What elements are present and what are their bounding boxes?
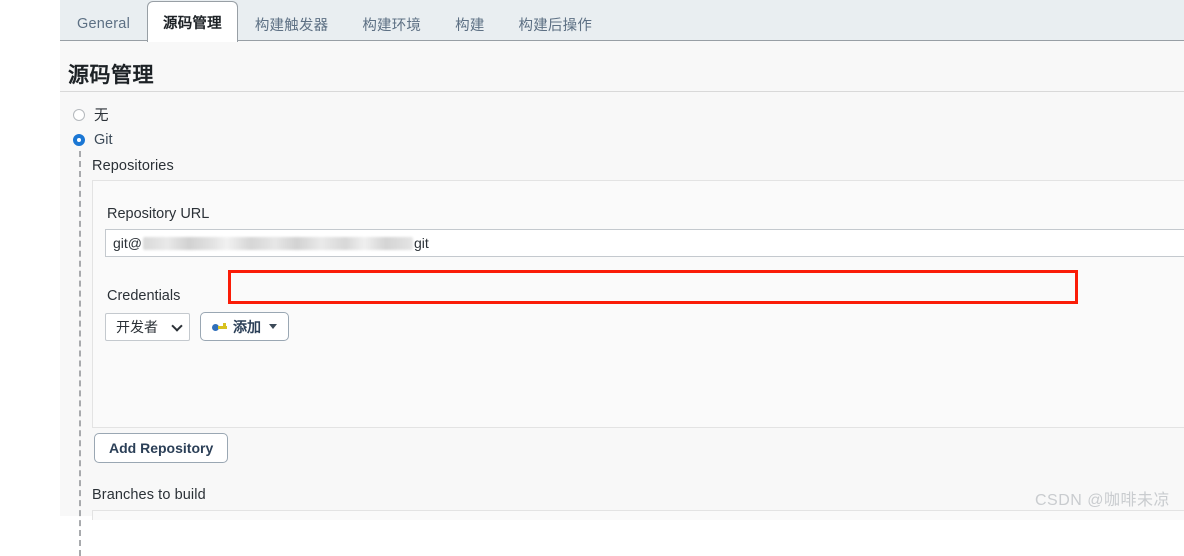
radio-button-selected[interactable]	[73, 134, 85, 146]
tab-label: 构建后操作	[518, 17, 593, 34]
tab-label: 源码管理	[163, 15, 222, 32]
key-icon	[212, 322, 227, 332]
scm-content-panel: 源码管理 无 Git Repositories Repository URL g…	[60, 41, 1184, 556]
branches-panel	[92, 510, 1184, 520]
add-repository-label: Add Repository	[109, 440, 214, 456]
repository-url-suffix: git	[414, 235, 429, 251]
add-credentials-button[interactable]: 添加	[200, 312, 289, 341]
tab-source-code-management[interactable]: 源码管理	[147, 1, 238, 42]
page-title: 源码管理	[68, 64, 154, 87]
branches-to-build-label: Branches to build	[92, 487, 206, 503]
tab-build[interactable]: 构建	[438, 7, 501, 41]
tab-bar: General 源码管理 构建触发器 构建环境 构建 构建后操作	[60, 0, 1184, 42]
radio-button[interactable]	[73, 108, 85, 121]
repository-url-label: Repository URL	[107, 206, 210, 222]
tab-build-triggers[interactable]: 构建触发器	[238, 7, 346, 41]
repositories-group-label: Repositories	[92, 158, 174, 174]
repository-url-prefix: git@	[113, 235, 142, 251]
radio-label: 无	[94, 108, 109, 124]
tab-general[interactable]: General	[60, 7, 147, 41]
title-divider	[60, 91, 1184, 92]
credentials-select-value: 开发者	[116, 318, 158, 335]
repository-panel	[92, 180, 1184, 428]
add-credentials-label: 添加	[233, 318, 261, 335]
credentials-controls: 开发者 添加	[105, 312, 289, 341]
radio-option-git[interactable]: Git	[73, 132, 113, 148]
left-margin	[0, 0, 60, 516]
tab-label: 构建触发器	[254, 17, 329, 34]
page-root: General 源码管理 构建触发器 构建环境 构建 构建后操作 源码管理 无 …	[0, 0, 1184, 556]
add-repository-button[interactable]: Add Repository	[94, 433, 229, 463]
tab-list: General 源码管理 构建触发器 构建环境 构建 构建后操作	[60, 0, 610, 42]
tab-label: General	[77, 16, 130, 32]
tab-build-environment[interactable]: 构建环境	[345, 7, 438, 41]
watermark: CSDN @咖啡未凉	[1034, 492, 1170, 509]
chevron-down-icon	[173, 322, 182, 331]
radio-option-none[interactable]: 无	[73, 104, 109, 125]
radio-label: Git	[94, 132, 113, 148]
redacted-value-mask	[143, 236, 413, 250]
indent-guide-line	[79, 151, 81, 556]
caret-down-icon	[269, 324, 277, 329]
tab-label: 构建	[455, 17, 485, 34]
tab-label: 构建环境	[362, 17, 422, 34]
credentials-label: Credentials	[107, 288, 181, 304]
tab-post-build-actions[interactable]: 构建后操作	[502, 7, 610, 41]
credentials-select[interactable]: 开发者	[105, 312, 190, 341]
repository-url-input[interactable]: git@ git	[105, 229, 1184, 257]
